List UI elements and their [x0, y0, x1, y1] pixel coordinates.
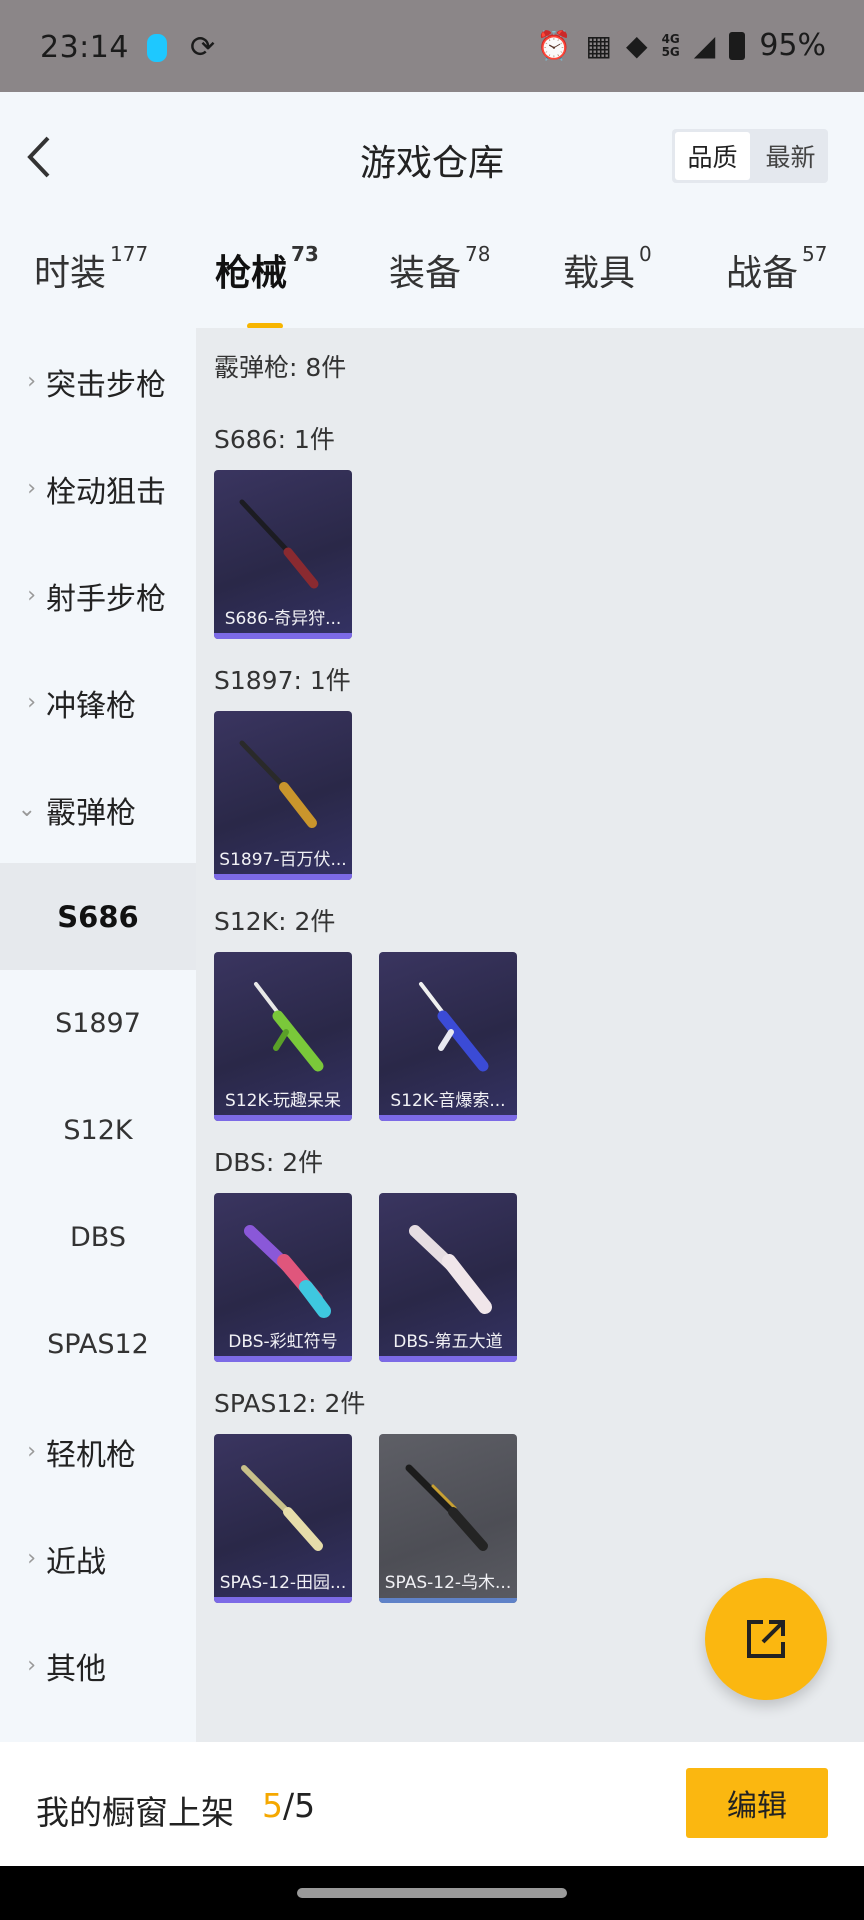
weapon-card[interactable]: SPAS-12-乌木...: [379, 1434, 517, 1603]
shotgun-skin-icon: [254, 982, 324, 1072]
quality-bar: [379, 1115, 517, 1121]
weapon-card[interactable]: S686-奇异狩...: [214, 470, 352, 639]
home-gesture-handle[interactable]: [297, 1888, 567, 1898]
sidebar-item-lmg[interactable]: › 轻机枪: [0, 1398, 196, 1505]
edit-button[interactable]: 编辑: [686, 1768, 828, 1838]
sort-toggle: 品质 最新: [672, 129, 828, 183]
weapon-card-name: S686-奇异狩...: [224, 609, 342, 629]
quality-bar: [214, 633, 352, 639]
sidebar-item-other[interactable]: › 其他: [0, 1612, 196, 1719]
system-nav-bar: [0, 1866, 864, 1920]
sidebar-subitem-dbs[interactable]: DBS: [0, 1184, 196, 1291]
weapon-card[interactable]: DBS-第五大道: [379, 1193, 517, 1362]
status-time: 23:14: [40, 30, 129, 65]
shotgun-skin-icon: [239, 740, 317, 828]
weapon-list: 霰弹枪: 8件 S686: 1件 S686-奇异狩... S1897: 1件 S…: [196, 328, 864, 1742]
weapon-card-name: SPAS-12-乌木...: [384, 1573, 512, 1593]
nfc-icon: ▦: [585, 29, 613, 62]
showcase-count: 5/5: [262, 1786, 316, 1825]
weapon-card[interactable]: DBS-彩虹符号: [214, 1193, 352, 1362]
share-external-icon: [747, 1620, 785, 1658]
chevron-right-icon: ›: [27, 690, 36, 715]
weapon-card[interactable]: S12K-玩趣呆呆: [214, 952, 352, 1121]
share-button[interactable]: [705, 1578, 827, 1700]
group-title-s686: S686: 1件: [214, 425, 335, 454]
sidebar-item-melee[interactable]: › 近战: [0, 1505, 196, 1612]
sidebar-subitem-s686[interactable]: S686: [0, 863, 196, 970]
showcase-label: 我的橱窗上架: [36, 1793, 234, 1832]
chevron-right-icon: ›: [27, 476, 36, 501]
alarm-icon: ⏰: [536, 29, 572, 62]
sort-latest-button[interactable]: 最新: [753, 129, 828, 183]
network-type: 4G 5G: [661, 31, 680, 59]
status-bar: 23:14 ⟳ ⏰ ▦ ◆ 4G 5G ◢ 95%: [0, 0, 864, 92]
notification-dot-icon: [147, 34, 167, 62]
tab-fashion[interactable]: 时装 177: [34, 242, 148, 296]
quality-bar: [214, 1115, 352, 1121]
chevron-right-icon: ›: [27, 1546, 36, 1571]
chevron-right-icon: ›: [27, 583, 36, 608]
battery-percent: 95%: [759, 28, 826, 63]
wifi-icon: ◆: [626, 29, 648, 62]
sync-icon: ⟳: [190, 30, 216, 65]
quality-bar: [214, 1597, 352, 1603]
chevron-down-icon: ⌄: [17, 797, 36, 822]
weapon-card-name: S12K-玩趣呆呆: [225, 1091, 341, 1111]
weapon-card-name: S1897-百万伏...: [219, 850, 347, 870]
weapon-card[interactable]: SPAS-12-田园...: [214, 1434, 352, 1603]
battery-icon: [729, 31, 746, 60]
quality-bar: [214, 1356, 352, 1362]
shotgun-skin-icon: [239, 499, 319, 589]
category-tabs: 时装 177 枪械 73 装备 78 载具 0 战备 57: [0, 222, 864, 329]
shotgun-skin-icon: [241, 1465, 323, 1551]
category-count-title: 霰弹枪: 8件: [214, 353, 347, 382]
weapon-card[interactable]: S1897-百万伏...: [214, 711, 352, 880]
group-title-s1897: S1897: 1件: [214, 666, 351, 695]
group-title-dbs: DBS: 2件: [214, 1148, 324, 1177]
weapon-category-sidebar: › 突击步枪 › 栓动狙击 › 射手步枪 › 冲锋枪 ⌄ 霰弹枪 S686 S1…: [0, 328, 196, 1742]
sidebar-item-smg[interactable]: › 冲锋枪: [0, 649, 196, 756]
weapon-card-name: SPAS-12-田园...: [219, 1573, 347, 1593]
group-title-s12k: S12K: 2件: [214, 907, 336, 936]
shotgun-skin-icon: [409, 1225, 492, 1314]
sidebar-item-bolt-sniper[interactable]: › 栓动狙击: [0, 435, 196, 542]
sidebar-item-shotgun[interactable]: ⌄ 霰弹枪: [0, 756, 196, 863]
signal-icon: ◢: [693, 29, 716, 62]
weapon-card-name: DBS-第五大道: [393, 1332, 503, 1352]
tab-equipment[interactable]: 装备 78: [389, 242, 490, 296]
group-title-spas12: SPAS12: 2件: [214, 1389, 366, 1418]
sidebar-subitem-s1897[interactable]: S1897: [0, 970, 196, 1077]
page-header: 游戏仓库 品质 最新: [0, 92, 864, 222]
tab-vehicles[interactable]: 载具 0: [563, 242, 652, 296]
chevron-right-icon: ›: [27, 369, 36, 394]
tab-supplies[interactable]: 战备 57: [726, 242, 827, 296]
weapon-card-name: DBS-彩虹符号: [228, 1332, 338, 1352]
quality-bar: [379, 1356, 517, 1362]
shotgun-skin-icon: [244, 1225, 331, 1318]
tab-firearms[interactable]: 枪械 73: [215, 242, 319, 329]
weapon-card-name: S12K-音爆索...: [390, 1091, 506, 1111]
quality-bar: [214, 874, 352, 880]
shotgun-skin-icon: [405, 1464, 488, 1551]
sidebar-subitem-spas12[interactable]: SPAS12: [0, 1291, 196, 1398]
shotgun-skin-icon: [419, 982, 489, 1072]
sort-quality-button[interactable]: 品质: [675, 132, 750, 180]
chevron-right-icon: ›: [27, 1439, 36, 1464]
sidebar-subitem-s12k[interactable]: S12K: [0, 1077, 196, 1184]
sidebar-item-marksman-rifle[interactable]: › 射手步枪: [0, 542, 196, 649]
sidebar-item-assault-rifle[interactable]: › 突击步枪: [0, 328, 196, 435]
showcase-bar: 我的橱窗上架 5/5 编辑: [0, 1742, 864, 1866]
chevron-right-icon: ›: [27, 1653, 36, 1678]
quality-bar: [379, 1598, 517, 1603]
weapon-card[interactable]: S12K-音爆索...: [379, 952, 517, 1121]
